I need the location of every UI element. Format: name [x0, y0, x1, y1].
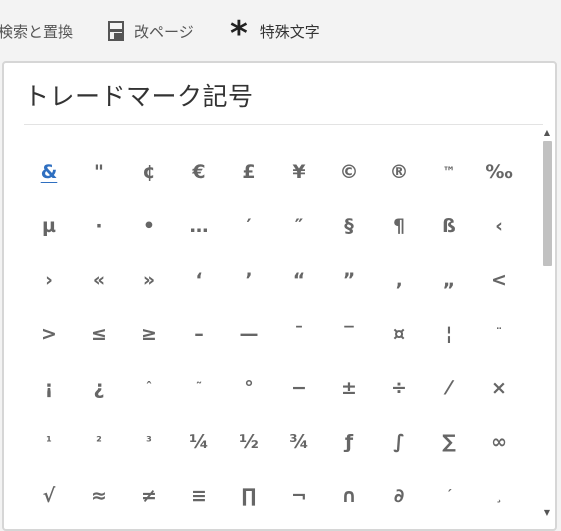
symbol-button[interactable]: ´ — [424, 469, 474, 523]
symbol-button[interactable]: “ — [274, 253, 324, 307]
symbol-button[interactable]: ¥ — [274, 145, 324, 199]
symbol-button[interactable]: ƒ — [324, 415, 374, 469]
symbol-button[interactable]: ° — [224, 361, 274, 415]
symbol-button[interactable]: ‘ — [174, 253, 224, 307]
symbol-button[interactable]: ≡ — [174, 469, 224, 523]
panel-title: トレードマーク記号 — [24, 82, 254, 111]
symbol-button[interactable]: ™ — [424, 145, 474, 199]
symbol-button[interactable]: ® — [374, 145, 424, 199]
symbol-button[interactable]: · — [74, 199, 124, 253]
symbol-button[interactable]: ß — [424, 199, 474, 253]
symbol-button[interactable]: & — [24, 145, 74, 199]
symbol-button[interactable]: … — [174, 199, 224, 253]
symbol-button[interactable]: < — [474, 253, 524, 307]
symbol-button[interactable]: ≤ — [74, 307, 124, 361]
symbol-button[interactable]: ½ — [224, 415, 274, 469]
symbol-button[interactable]: › — [24, 253, 74, 307]
symbol-button[interactable]: ¯ — [274, 307, 324, 361]
asterisk-icon: * — [230, 14, 248, 54]
symbol-button[interactable]: ¶ — [374, 199, 424, 253]
symbol-button[interactable]: § — [324, 199, 374, 253]
symbol-button[interactable]: – — [174, 307, 224, 361]
symbol-button[interactable]: ‹ — [474, 199, 524, 253]
symbol-button[interactable]: √ — [24, 469, 74, 523]
symbol-button[interactable]: ‚ — [374, 253, 424, 307]
scroll-up-arrow-icon[interactable]: ▲ — [541, 125, 553, 139]
symbol-button[interactable]: ¼ — [174, 415, 224, 469]
page-break-label: 改ページ — [134, 22, 194, 41]
symbol-button[interactable]: ÷ — [374, 361, 424, 415]
symbol-button[interactable]: » — [124, 253, 174, 307]
symbol-button[interactable]: ′ — [224, 199, 274, 253]
symbol-button[interactable]: ³ — [124, 415, 174, 469]
page-break-button[interactable]: 改ページ — [108, 17, 194, 45]
symbol-button[interactable]: ∞ — [474, 415, 524, 469]
special-chars-button[interactable]: * 特殊文字 — [230, 14, 320, 54]
symbol-button[interactable]: > — [24, 307, 74, 361]
symbol-button[interactable]: „ — [424, 253, 474, 307]
symbol-button[interactable]: ∩ — [324, 469, 374, 523]
symbol-button[interactable]: « — [74, 253, 124, 307]
symbol-button[interactable]: ‾ — [324, 307, 374, 361]
symbol-button[interactable]: − — [274, 361, 324, 415]
symbol-button[interactable]: © — [324, 145, 374, 199]
symbol-button[interactable]: ˜ — [174, 361, 224, 415]
symbol-button[interactable]: ¬ — [274, 469, 324, 523]
scroll-down-arrow-icon[interactable]: ▼ — [541, 505, 553, 519]
special-chars-label: 特殊文字 — [259, 22, 320, 41]
symbol-button[interactable]: ’ — [224, 253, 274, 307]
scrollbar[interactable]: ▲ ▼ — [541, 125, 553, 519]
symbol-button[interactable]: ² — [74, 415, 124, 469]
symbol-button[interactable]: — — [224, 307, 274, 361]
symbol-button[interactable]: × — [474, 361, 524, 415]
symbol-button[interactable]: ¿ — [74, 361, 124, 415]
symbol-button[interactable]: ¢ — [124, 145, 174, 199]
symbol-button[interactable]: µ — [24, 199, 74, 253]
symbol-button[interactable]: ” — [324, 253, 374, 307]
symbol-button[interactable]: ∑ — [424, 415, 474, 469]
symbol-button[interactable]: ¦ — [424, 307, 474, 361]
symbol-button[interactable]: " — [74, 145, 124, 199]
symbol-button[interactable]: ″ — [274, 199, 324, 253]
symbol-button[interactable]: ¤ — [374, 307, 424, 361]
symbol-button[interactable]: ≈ — [74, 469, 124, 523]
title-divider — [24, 124, 543, 125]
symbol-button[interactable]: ⁄ — [424, 361, 474, 415]
symbol-button[interactable]: ‰ — [474, 145, 524, 199]
symbol-button[interactable]: ¨ — [474, 307, 524, 361]
symbol-button[interactable]: ≠ — [124, 469, 174, 523]
editor-toolbar: 検索と置換 改ページ * 特殊文字 — [0, 0, 561, 60]
symbol-button[interactable]: ¾ — [274, 415, 324, 469]
symbol-button[interactable]: £ — [224, 145, 274, 199]
symbol-button[interactable]: ¹ — [24, 415, 74, 469]
symbol-button[interactable]: ± — [324, 361, 374, 415]
symbol-button[interactable]: ∏ — [224, 469, 274, 523]
symbol-button[interactable]: ∫ — [374, 415, 424, 469]
find-replace-button[interactable]: 検索と置換 — [0, 17, 73, 45]
symbol-grid: & " ¢ € £ ¥ © ® ™ ‰ µ · •… ′ ″ § ¶ ß ‹ › «» ‘’ “” ‚ „ < > ≤ ≥ – — ¯ ‾ ¤ ¦ ¨… — [24, 145, 544, 523]
symbol-button[interactable]: ˆ — [124, 361, 174, 415]
symbol-button[interactable]: • — [124, 199, 174, 253]
special-chars-panel: トレードマーク記号 & " ¢ € £ ¥ © ® ™ ‰ µ · •… ′ ″ § ¶ ß ‹ › «» ‘’ “” ‚ „ <… — [2, 61, 557, 531]
symbol-button[interactable]: ∂ — [374, 469, 424, 523]
find-replace-label: 検索と置換 — [0, 22, 74, 41]
page-break-icon — [108, 21, 124, 41]
symbol-button[interactable]: € — [174, 145, 224, 199]
symbol-button[interactable]: ¸ — [474, 469, 524, 523]
scroll-thumb[interactable] — [543, 141, 552, 266]
symbol-button[interactable]: ¡ — [24, 361, 74, 415]
symbol-button[interactable]: ≥ — [124, 307, 174, 361]
